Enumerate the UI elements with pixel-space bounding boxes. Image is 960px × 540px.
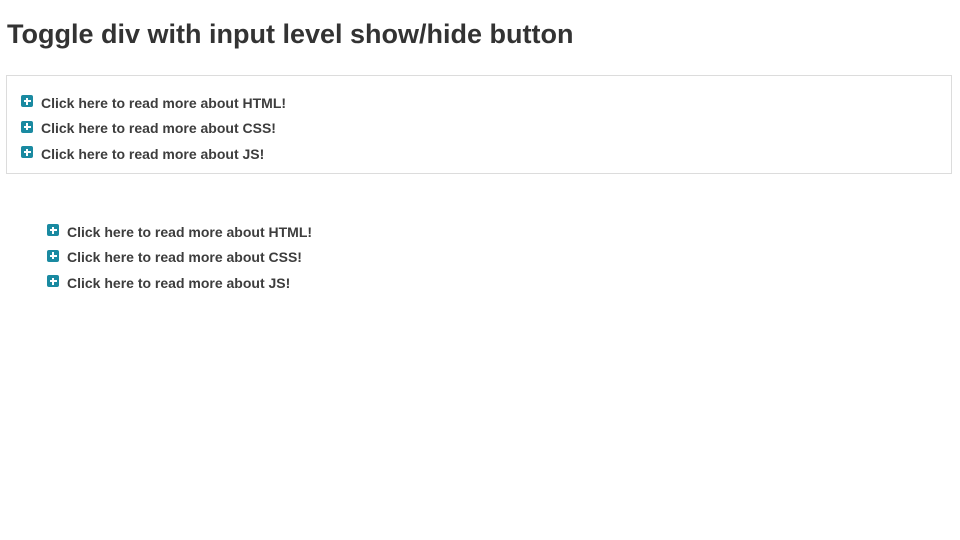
toggle-item-js[interactable]: Click here to read more about JS! — [47, 270, 312, 296]
plus-square-icon[interactable] — [21, 95, 33, 108]
plus-square-icon[interactable] — [21, 120, 33, 133]
plus-square-icon[interactable] — [47, 249, 59, 262]
plus-square-icon[interactable] — [47, 275, 59, 288]
toggle-label[interactable]: Click here to read more about CSS! — [41, 120, 276, 136]
page-title: Toggle div with input level show/hide bu… — [7, 19, 574, 49]
toggle-label[interactable]: Click here to read more about HTML! — [41, 95, 286, 111]
toggle-item-html[interactable]: Click here to read more about HTML! — [21, 90, 286, 116]
toggle-label[interactable]: Click here to read more about CSS! — [67, 249, 302, 265]
toggle-item-css[interactable]: Click here to read more about CSS! — [47, 245, 312, 271]
toggle-label[interactable]: Click here to read more about HTML! — [67, 224, 312, 240]
toggle-label[interactable]: Click here to read more about JS! — [41, 146, 264, 162]
toggle-item-css[interactable]: Click here to read more about CSS! — [21, 116, 286, 142]
toggle-item-html[interactable]: Click here to read more about HTML! — [47, 219, 312, 245]
toggle-item-js[interactable]: Click here to read more about JS! — [21, 141, 286, 167]
plain-toggle-list: Click here to read more about HTML! Clic… — [47, 219, 312, 296]
plus-square-icon[interactable] — [21, 146, 33, 159]
bordered-toggle-list: Click here to read more about HTML! Clic… — [21, 90, 286, 167]
bordered-toggle-panel: Click here to read more about HTML! Clic… — [6, 75, 952, 174]
toggle-label[interactable]: Click here to read more about JS! — [67, 275, 290, 291]
plus-square-icon[interactable] — [47, 224, 59, 237]
